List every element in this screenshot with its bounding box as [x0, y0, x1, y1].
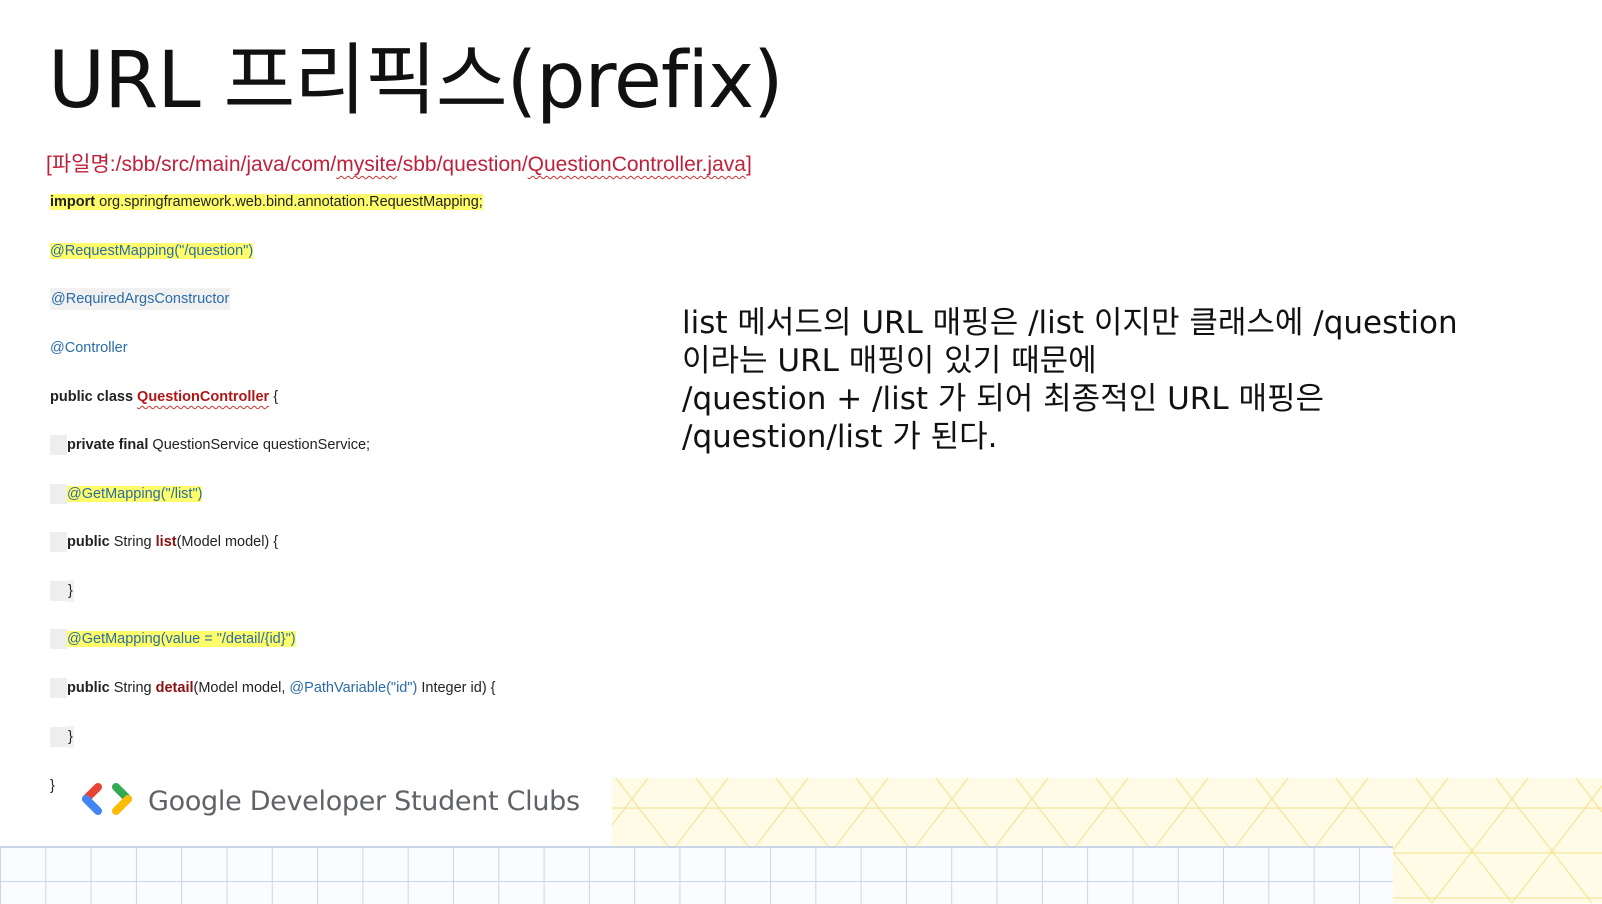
gdsc-brand-text: Google Developer Student Clubs [148, 786, 580, 817]
code-line-list-method: public String list(Model model) { [50, 531, 278, 553]
code-line-controller: @Controller [50, 337, 128, 359]
code-line-required-args: @RequiredArgsConstructor [50, 288, 231, 310]
code-keyword: public [67, 534, 110, 550]
file-path-suffix: ] [745, 153, 752, 176]
file-path-file: QuestionController.java [527, 153, 746, 176]
explanation-line: /question + /list 가 되어 최종적인 URL 매핑은 [682, 381, 1325, 417]
code-indent [50, 678, 67, 699]
slide-title: URL 프리픽스(prefix) [48, 36, 784, 126]
code-text: { [269, 389, 279, 405]
code-line-close-list: } [50, 580, 74, 602]
code-annotation: @GetMapping(value = "/detail/{id}") [67, 631, 296, 647]
code-text: Integer id) { [417, 680, 496, 696]
code-annotation: @RequiredArgsConstructor [50, 288, 231, 310]
explanation-line: /question/list 가 된다. [682, 419, 998, 455]
code-text: } [50, 778, 55, 794]
explanation-line: 이라는 URL 매핑이 있기 때문에 [682, 343, 1097, 379]
file-path-label: [파일명:/sbb/src/main/java/com/mysite/sbb/q… [46, 148, 752, 178]
code-line-close-class: } [50, 775, 55, 797]
code-annotation: @Controller [50, 340, 128, 356]
file-path-mid: /sbb/question/ [396, 153, 528, 176]
code-line-field: private final QuestionService questionSe… [50, 434, 370, 456]
file-path-mysite: mysite [336, 153, 397, 176]
explanation-line: list 메서드의 URL 매핑은 /list 이지만 클래스에 /questi… [682, 305, 1458, 341]
code-class-name: QuestionController [137, 389, 270, 405]
code-method-name: detail [155, 680, 194, 696]
code-line-detail-method: public String detail(Model model, @PathV… [50, 677, 496, 699]
gdsc-logo: Google Developer Student Clubs [78, 782, 580, 821]
code-text: (Model model) { [176, 534, 279, 550]
code-indent [50, 727, 67, 748]
code-keyword: private final [67, 437, 149, 453]
code-indent [50, 629, 67, 650]
code-text: String [109, 680, 156, 696]
bottom-grid-background [0, 846, 1393, 904]
code-method-name: list [155, 534, 177, 550]
code-line-request-mapping: @RequestMapping("/question") [50, 240, 254, 262]
code-text: String [109, 534, 156, 550]
code-text: QuestionService questionService; [148, 437, 371, 453]
code-text: } [67, 726, 74, 748]
file-path-prefix: [파일명:/sbb/src/main/java/com/ [46, 153, 337, 176]
code-annotation: @RequestMapping("/question") [50, 243, 254, 259]
code-line-close-detail: } [50, 726, 74, 748]
code-text: } [67, 580, 74, 602]
code-text: (Model model, [193, 680, 290, 696]
code-keyword: public class [50, 389, 134, 405]
code-line-class-decl: public class QuestionController { [50, 386, 278, 408]
code-indent [50, 435, 67, 456]
code-annotation: @PathVariable("id") [289, 680, 418, 696]
code-indent [50, 532, 67, 553]
explanation-text: list 메서드의 URL 매핑은 /list 이지만 클래스에 /questi… [682, 304, 1458, 456]
code-keyword: import [50, 194, 96, 210]
code-keyword: public [67, 680, 110, 696]
code-line-import: import org.springframework.web.bind.anno… [50, 191, 483, 213]
code-indent [50, 581, 67, 602]
code-text: org.springframework.web.bind.annotation.… [95, 194, 483, 210]
code-line-get-detail: @GetMapping(value = "/detail/{id}") [50, 628, 296, 650]
code-annotation: @GetMapping("/list") [67, 486, 203, 502]
code-line-get-list: @GetMapping("/list") [50, 483, 203, 505]
code-indent [50, 484, 67, 505]
gdsc-brackets-icon [78, 782, 136, 821]
